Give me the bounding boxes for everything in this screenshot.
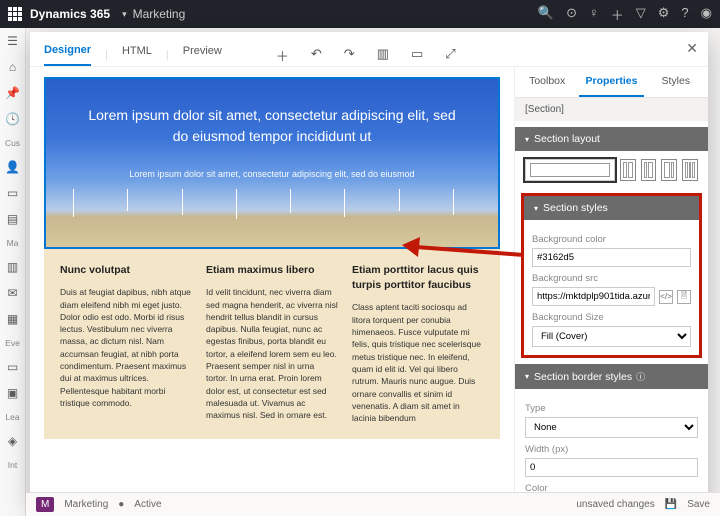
designer-tabs: Designer | HTML | Preview ＋ ↶ ↷ ▥ ▭ ⤢: [30, 32, 708, 67]
add-icon[interactable]: ＋: [276, 46, 289, 65]
event-icon[interactable]: ▭: [7, 360, 18, 374]
layout-options: [525, 159, 698, 181]
bulb-icon[interactable]: ♀: [589, 5, 599, 24]
border-width-label: Width (px): [525, 444, 698, 455]
acc-section-layout[interactable]: ▾Section layout: [515, 127, 708, 151]
close-icon[interactable]: ✕: [686, 40, 698, 57]
nav-group: Cus: [5, 138, 20, 148]
nav-group: Eve: [5, 338, 20, 348]
mail-icon[interactable]: ✉: [7, 286, 17, 300]
contact-icon[interactable]: ▭: [7, 186, 18, 200]
chevron-down-icon[interactable]: ▾: [122, 9, 127, 20]
bg-src-input[interactable]: [532, 287, 655, 306]
acc-border-styles[interactable]: ▾Section border styles ⓘ: [515, 364, 708, 389]
bottom-module: Marketing: [64, 499, 108, 510]
designer-modal: ✕ Designer | HTML | Preview ＋ ↶ ↷ ▥ ▭ ⤢ …: [30, 32, 708, 506]
image-icon[interactable]: ▭: [411, 46, 423, 65]
expand-icon[interactable]: ⤢: [445, 46, 455, 65]
tab-html[interactable]: HTML: [122, 45, 152, 65]
col-heading: Nunc volutpat: [60, 263, 192, 278]
avatar[interactable]: ◉: [701, 5, 712, 24]
border-type-select[interactable]: None: [525, 417, 698, 438]
column: Etiam maximus libero Id velit tincidunt,…: [206, 263, 338, 425]
hero-subtext: Lorem ipsum dolor sit amet, consectetur …: [86, 169, 458, 179]
module-name: Marketing: [133, 7, 186, 21]
clock-icon[interactable]: 🕓: [5, 112, 20, 126]
tab-preview[interactable]: Preview: [183, 45, 222, 65]
three-column-section: Nunc volutpat Duis at feugiat dapibus, n…: [44, 249, 500, 439]
layout-2col[interactable]: [620, 159, 636, 181]
bg-size-label: Background Size: [532, 312, 691, 323]
nav-group: Lea: [5, 412, 19, 422]
gear-icon[interactable]: ⚙: [658, 5, 670, 24]
highlighted-section-styles: ▾Section styles Background color Backgro…: [521, 193, 702, 358]
bg-color-label: Background color: [532, 234, 691, 245]
col-text: Duis at feugiat dapibus, nibh atque diam…: [60, 286, 192, 409]
col-text: Id velit tincidunt, nec viverra diam sed…: [206, 286, 338, 421]
status-dot: ●: [118, 499, 124, 510]
left-nav-rail: ☰ ⌂ 📌 🕓 Cus 👤 ▭ ▤ Ma ▥ ✉ ▦ Eve ▭ ▣ Lea ◈…: [0, 28, 26, 516]
col-heading: Etiam maximus libero: [206, 263, 338, 278]
status-text: Active: [134, 499, 161, 510]
nav-group: Ma: [7, 238, 19, 248]
layout-1col[interactable]: [525, 159, 615, 181]
plus-icon[interactable]: ＋: [611, 5, 624, 24]
columns-icon[interactable]: ▥: [377, 46, 389, 65]
border-type-label: Type: [525, 403, 698, 414]
bottom-bar: M Marketing ● Active unsaved changes 💾 S…: [26, 492, 720, 516]
product-name: Dynamics 365: [30, 7, 110, 21]
layout-3col[interactable]: [682, 159, 698, 181]
save-button[interactable]: Save: [687, 499, 710, 510]
selection-crumb: [Section]: [515, 98, 708, 121]
segment-icon[interactable]: ▥: [7, 260, 18, 274]
bg-color-input[interactable]: [532, 248, 691, 267]
filter-icon[interactable]: ▽: [636, 5, 646, 24]
acc-section-styles[interactable]: ▾Section styles: [524, 196, 699, 220]
code-icon[interactable]: </>: [659, 290, 673, 304]
assist-icon[interactable]: ⊙: [566, 5, 577, 24]
browse-icon[interactable]: 🗎: [677, 290, 691, 304]
column: Nunc volutpat Duis at feugiat dapibus, n…: [60, 263, 192, 425]
bg-size-select[interactable]: Fill (Cover): [532, 326, 691, 347]
nav-group: Int: [8, 460, 17, 470]
layout-12[interactable]: [641, 159, 657, 181]
menu-icon[interactable]: ☰: [7, 34, 18, 48]
tab-styles[interactable]: Styles: [644, 67, 708, 97]
home-icon[interactable]: ⌂: [9, 60, 16, 74]
tab-designer[interactable]: Designer: [44, 44, 91, 66]
col-heading: Etiam porttitor lacus quis turpis portti…: [352, 263, 484, 293]
journey-icon[interactable]: ▦: [7, 312, 18, 326]
save-icon[interactable]: 💾: [665, 499, 677, 510]
tab-properties[interactable]: Properties: [579, 67, 643, 97]
design-canvas[interactable]: Section ▦ ✕ Lorem ipsum dolor sit amet, …: [30, 67, 514, 506]
bg-src-label: Background src: [532, 273, 691, 284]
redo-icon[interactable]: ↷: [344, 46, 355, 65]
undo-icon[interactable]: ↶: [311, 46, 322, 65]
layout-21[interactable]: [661, 159, 677, 181]
people-icon[interactable]: 👤: [5, 160, 20, 174]
pin-icon[interactable]: 📌: [5, 86, 20, 100]
help-icon[interactable]: ?: [681, 5, 688, 24]
border-width-input[interactable]: [525, 458, 698, 477]
selected-section[interactable]: Section ▦ ✕ Lorem ipsum dolor sit amet, …: [44, 77, 500, 249]
calendar-icon[interactable]: ▣: [7, 386, 18, 400]
hero-block: Lorem ipsum dolor sit amet, consectetur …: [46, 79, 498, 247]
app-launcher-icon[interactable]: [8, 7, 22, 21]
lead-icon[interactable]: ◈: [8, 434, 17, 448]
hero-heading: Lorem ipsum dolor sit amet, consectetur …: [86, 105, 458, 147]
column: Etiam porttitor lacus quis turpis portti…: [352, 263, 484, 425]
properties-panel: Toolbox Properties Styles [Section] ▾Sec…: [514, 67, 708, 506]
search-icon[interactable]: 🔍: [538, 5, 554, 24]
tab-toolbox[interactable]: Toolbox: [515, 67, 579, 97]
module-badge[interactable]: M: [36, 497, 54, 512]
top-right-icons: 🔍 ⊙ ♀ ＋ ▽ ⚙ ? ◉: [538, 5, 712, 24]
col-text: Class aptent taciti sociosqu ad litora t…: [352, 301, 484, 424]
global-nav: Dynamics 365 ▾ Marketing 🔍 ⊙ ♀ ＋ ▽ ⚙ ? ◉: [0, 0, 720, 28]
list-icon[interactable]: ▤: [7, 212, 18, 226]
unsaved-text: unsaved changes: [576, 499, 654, 510]
